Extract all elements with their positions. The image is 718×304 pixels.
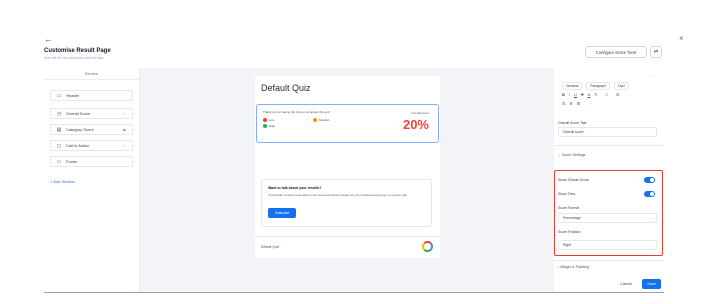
select-value: Percentage (563, 216, 581, 220)
size-select[interactable]: 14px (613, 82, 629, 90)
call-to-action-block[interactable]: Want to talk about your results? If you'… (261, 179, 432, 227)
section-item-label: Category Score (66, 127, 94, 132)
strikethrough-icon[interactable]: S (581, 92, 584, 97)
section-item-header[interactable]: ▭ Header (50, 90, 133, 101)
overall-score-value: 20% (402, 117, 429, 132)
show-tiers-toggle[interactable] (644, 191, 655, 197)
subscribe-button[interactable]: Subscribe (268, 208, 296, 218)
page-title: Customise Result Page (44, 48, 111, 54)
cta-text: If you'd like to learn more about your s… (268, 193, 408, 197)
settings-panel: ⟋ Verdana Paragraph 14px B I U S A ✎ ≡ ☰… (554, 68, 664, 292)
tier-high: High (263, 124, 275, 128)
link-icon[interactable]: ⊕ (569, 101, 572, 106)
italic-icon[interactable]: I (569, 92, 570, 97)
highlight-icon[interactable]: ✎ (594, 92, 597, 97)
chat-icon: ◻ (56, 142, 62, 149)
tier-label: High (269, 124, 276, 128)
header-icon: ▭ (56, 92, 62, 99)
tier-dot (313, 118, 317, 122)
margin-padding-accordion[interactable]: › Margin & Padding (558, 265, 589, 269)
add-section-button[interactable]: + Add Section (50, 179, 75, 184)
table-icon[interactable]: ⊞ (577, 101, 580, 106)
section-item-footer[interactable]: ▭ Footer (50, 156, 133, 167)
divider (554, 145, 664, 146)
reorder-icon[interactable]: ⇆ (123, 127, 126, 132)
cancel-button[interactable]: Cancel (614, 279, 638, 289)
preview-footer[interactable]: Default Quiz (255, 236, 440, 256)
text-color-icon[interactable]: A (588, 92, 591, 97)
divider (554, 260, 664, 261)
footer-text: Default Quiz (261, 245, 280, 249)
accordion-label: Margin & Padding (560, 265, 589, 269)
section-item-label: Call to Action (66, 143, 90, 148)
editor-toolbar-row-3: ⊡ ⊕ ⊞ ⋮ (562, 101, 592, 106)
editor-toolbar-row-1: Verdana Paragraph 14px (562, 82, 629, 90)
tier-medium: Medium (313, 118, 330, 122)
configure-score-tiers-button[interactable]: Configure Score Tiers (585, 46, 647, 58)
show-tiers-label: Show Tiers (558, 192, 576, 196)
bold-icon[interactable]: B (562, 92, 565, 97)
section-item-label: Overall Score (66, 111, 91, 116)
list-icon[interactable]: ☰ (616, 92, 620, 97)
reorder-icon[interactable]: ⇔ (122, 111, 126, 116)
score-position-label: Score Position (558, 230, 581, 234)
bottom-divider (44, 292, 664, 293)
section-item-label: Header (66, 93, 80, 98)
align-icon[interactable]: ≡ (606, 92, 608, 97)
result-page-preview: Default Quiz Thank you for taking the ti… (255, 76, 440, 258)
swap-icon[interactable]: ⇄ (650, 46, 662, 58)
score-position-select[interactable]: Right ⌄ (558, 240, 657, 250)
tier-label: Low (269, 118, 275, 122)
select-value: Right (563, 243, 572, 247)
section-heading: Section (44, 68, 139, 80)
page-subtitle: User will see this when they finish the … (44, 56, 104, 60)
chevron-down-icon: ⌄ (649, 216, 652, 220)
section-item-overall-score[interactable]: ◷ Overall Score ⇔ (50, 108, 133, 119)
section-item-label: Footer (66, 159, 78, 164)
score-format-select[interactable]: Percentage ⌄ (558, 213, 657, 223)
save-button[interactable]: Save (642, 279, 661, 289)
style-select[interactable]: Paragraph (586, 82, 610, 90)
reorder-icon[interactable]: ⇔ (122, 143, 126, 148)
overall-score-block[interactable]: Thank you for taking the time to complet… (256, 104, 439, 143)
clock-icon: ◷ (56, 110, 62, 117)
overall-score-label: Overall score (411, 111, 429, 115)
section-item-category-score[interactable]: ▤ Category Score ⇆ (50, 124, 133, 135)
resize-handle-icon[interactable]: ⟋ (649, 73, 652, 78)
rich-text-editor[interactable]: ⟋ Verdana Paragraph 14px B I U S A ✎ ≡ ☰… (558, 73, 656, 113)
section-panel: Section ▭ Header ◷ Overall Score ⇔ ▤ Cat… (44, 68, 140, 292)
accordion-label: Score Settings (562, 153, 586, 157)
chevron-down-icon: ⌄ (649, 243, 652, 247)
back-arrow-icon[interactable]: ← (44, 34, 53, 44)
category-icon: ▤ (56, 126, 62, 133)
footer-icon: ▭ (56, 158, 62, 165)
section-item-call-to-action[interactable]: ◻ Call to Action ⇔ (50, 140, 133, 151)
result-page-editor: ← × Customise Result Page User will see … (0, 0, 718, 304)
score-settings-accordion[interactable]: ⌄ Score Settings (558, 153, 585, 157)
score-title-label: Overall Score Title (558, 121, 587, 125)
thanks-text: Thank you for taking the time to complet… (263, 110, 330, 114)
image-icon[interactable]: ⊡ (562, 101, 565, 106)
close-icon[interactable]: × (679, 34, 684, 43)
tier-low: Low (263, 118, 275, 122)
quiz-title: Default Quiz (261, 83, 311, 93)
more-icon[interactable]: ⋮ (588, 101, 592, 106)
show-overall-score-toggle[interactable] (644, 177, 655, 183)
font-select[interactable]: Verdana (562, 82, 583, 90)
score-title-input[interactable]: Overall score (558, 127, 657, 137)
tier-dot (263, 118, 267, 122)
tier-label: Medium (319, 118, 330, 122)
editor-toolbar-row-2: B I U S A ✎ ≡ ☰ (562, 92, 620, 97)
show-overall-score-label: Show Overall Score (558, 178, 589, 182)
score-format-label: Score Format (558, 206, 580, 210)
preview-canvas: Default Quiz Thank you for taking the ti… (140, 68, 554, 292)
tier-dot (263, 124, 267, 128)
underline-icon[interactable]: U (574, 92, 577, 97)
google-logo-icon (422, 241, 433, 252)
cta-title: Want to talk about your results? (268, 186, 322, 190)
